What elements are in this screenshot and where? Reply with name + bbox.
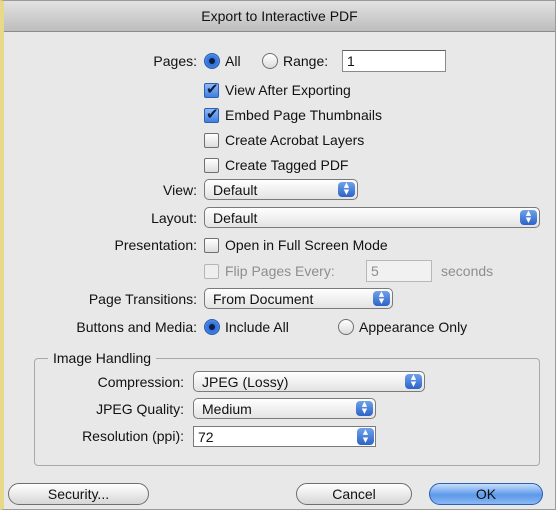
appearance-only-radio[interactable] [338, 319, 354, 335]
appearance-only-label[interactable]: Appearance Only [359, 318, 467, 336]
updown-arrows-icon: ▲ ▼ [373, 291, 390, 306]
resolution-combo[interactable]: 72 ▲ ▼ [193, 426, 376, 447]
embed-page-thumbnails-checkbox[interactable] [204, 105, 219, 123]
resolution-value[interactable]: 72 [198, 428, 214, 446]
layout-popup-value: Default [213, 210, 258, 226]
flip-pages-unit: seconds [441, 263, 494, 279]
jpeg-quality-label: JPEG Quality: [96, 401, 184, 417]
page-transitions-popup[interactable]: From Document ▲ ▼ [204, 288, 393, 309]
security-button[interactable]: Security... [8, 483, 149, 505]
pages-range-label[interactable]: Range: [283, 52, 328, 70]
presentation-label: Presentation: [114, 237, 198, 253]
export-dialog: Export to Interactive PDF Pages: All Ran… [0, 0, 556, 510]
updown-arrows-icon: ▲ ▼ [405, 374, 422, 389]
updown-arrows-icon: ▲ ▼ [356, 401, 373, 416]
compression-label: Compression: [97, 374, 184, 390]
pages-label: Pages: [153, 53, 197, 69]
view-popup[interactable]: Default ▲ ▼ [204, 179, 358, 200]
include-all-radio[interactable] [204, 319, 220, 335]
updown-arrows-icon[interactable]: ▲ ▼ [357, 428, 374, 445]
create-tagged-pdf-label[interactable]: Create Tagged PDF [225, 156, 348, 174]
jpeg-quality-value: Medium [202, 401, 252, 417]
buttons-media-label: Buttons and Media: [76, 319, 197, 335]
compression-value: JPEG (Lossy) [202, 374, 289, 390]
page-transitions-value: From Document [213, 291, 314, 307]
flip-pages-seconds-input[interactable]: 5 [366, 260, 432, 282]
pages-all-radio[interactable] [204, 53, 220, 69]
resolution-label: Resolution (ppi): [82, 428, 184, 444]
updown-arrows-icon: ▲ ▼ [520, 210, 537, 225]
ok-button[interactable]: OK [429, 483, 543, 505]
pages-all-label[interactable]: All [225, 52, 241, 70]
page-transitions-label: Page Transitions: [88, 291, 197, 307]
flip-pages-label: Flip Pages Every: [225, 263, 335, 279]
create-acrobat-layers-label[interactable]: Create Acrobat Layers [225, 131, 364, 149]
jpeg-quality-popup[interactable]: Medium ▲ ▼ [193, 398, 376, 419]
embed-page-thumbnails-label[interactable]: Embed Page Thumbnails [225, 106, 382, 124]
view-popup-value: Default [213, 182, 258, 198]
include-all-label[interactable]: Include All [225, 318, 289, 336]
layout-label: Layout: [151, 210, 197, 226]
layout-popup[interactable]: Default ▲ ▼ [204, 207, 540, 228]
cancel-button[interactable]: Cancel [296, 483, 412, 505]
flip-pages-checkbox[interactable] [204, 264, 219, 279]
full-screen-checkbox[interactable] [204, 238, 219, 253]
updown-arrows-icon: ▲ ▼ [338, 182, 355, 197]
pages-range-radio[interactable] [262, 53, 278, 69]
view-after-exporting-checkbox[interactable] [204, 80, 219, 98]
compression-popup[interactable]: JPEG (Lossy) ▲ ▼ [193, 371, 425, 392]
create-tagged-pdf-checkbox[interactable] [204, 158, 219, 173]
full-screen-label[interactable]: Open in Full Screen Mode [225, 236, 388, 254]
view-label: View: [163, 182, 197, 198]
create-acrobat-layers-checkbox[interactable] [204, 133, 219, 148]
view-after-exporting-label[interactable]: View After Exporting [225, 81, 351, 99]
dialog-title: Export to Interactive PDF [4, 1, 555, 32]
pages-range-input[interactable]: 1 [342, 50, 446, 72]
image-handling-title: Image Handling [48, 349, 157, 367]
